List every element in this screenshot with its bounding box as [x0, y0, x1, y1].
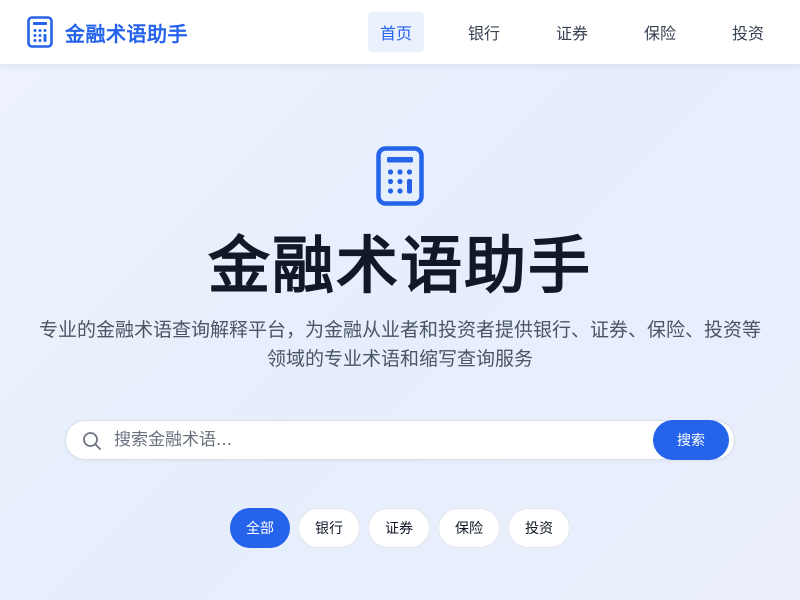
description-line: 领域的专业术语和缩写查询服务 — [266, 348, 533, 370]
search-icon — [82, 431, 102, 455]
brand-name: 金融术语助手 — [65, 21, 188, 46]
filter-chip-investment[interactable]: 投资 — [508, 508, 570, 548]
filter-chip-all[interactable]: 全部 — [230, 508, 290, 548]
nav-item-securities[interactable]: 证券 — [544, 12, 600, 52]
calculator-icon — [27, 16, 53, 48]
nav-item-investment[interactable]: 投资 — [720, 12, 776, 52]
nav-item-banking[interactable]: 银行 — [456, 12, 512, 52]
filter-chip-securities[interactable]: 证券 — [368, 508, 430, 548]
search-input[interactable] — [114, 425, 644, 455]
nav-item-home[interactable]: 首页 — [368, 12, 424, 52]
brand-logo[interactable]: 金融术语助手 — [27, 16, 188, 48]
search-bar: 搜索 — [65, 420, 735, 460]
main-nav: 首页 银行 证券 保险 投资 — [368, 12, 776, 52]
top-navbar: 金融术语助手 首页 银行 证券 保险 投资 — [0, 0, 800, 64]
page-description: 专业的金融术语查询解释平台，为金融从业者和投资者提供银行、证券、保险、投资等 领… — [16, 316, 784, 374]
calculator-icon — [376, 146, 424, 206]
filter-chip-insurance[interactable]: 保险 — [438, 508, 500, 548]
page-title: 金融术语助手 — [207, 229, 592, 302]
nav-item-insurance[interactable]: 保险 — [632, 12, 688, 52]
filter-chip-banking[interactable]: 银行 — [298, 508, 360, 548]
search-button[interactable]: 搜索 — [653, 420, 729, 460]
description-line: 专业的金融术语查询解释平台，为金融从业者和投资者提供银行、证券、保险、投资等 — [38, 319, 761, 341]
